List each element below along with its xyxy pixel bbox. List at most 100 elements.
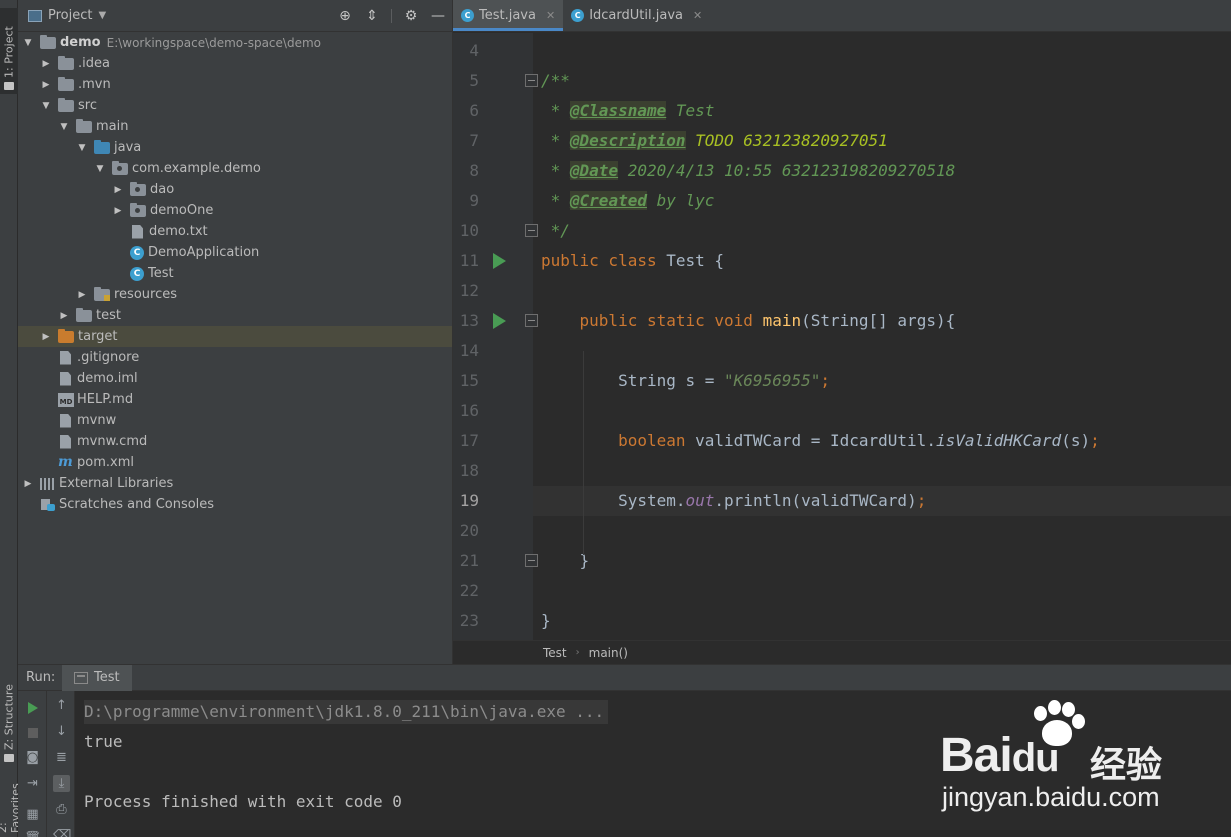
tab-test-java[interactable]: C Test.java ✕	[453, 0, 564, 31]
chevron-right-icon[interactable]: ▶	[112, 184, 124, 196]
project-view-selector[interactable]: Project	[48, 8, 92, 23]
run-gutter-icon[interactable]	[493, 253, 506, 269]
chevron-down-icon[interactable]: ▼	[22, 37, 34, 49]
resources-folder-icon	[94, 286, 110, 301]
library-icon	[40, 477, 56, 490]
tree-item[interactable]: ▶ resources	[18, 284, 452, 305]
tree-item[interactable]: ▶ target	[18, 326, 452, 347]
structure-tool-tab[interactable]: Z: Structure	[0, 676, 18, 766]
print-icon[interactable]: ⎙	[53, 801, 70, 818]
rerun-icon[interactable]	[28, 702, 38, 714]
package-icon	[130, 181, 146, 196]
code-line: * @Classname Test	[541, 101, 715, 120]
stop-icon[interactable]	[28, 728, 38, 738]
chevron-down-icon[interactable]: ▼	[76, 142, 88, 154]
delete-icon[interactable]: 🗑	[24, 830, 41, 837]
tree-item[interactable]: ▶ demoOne	[18, 200, 452, 221]
tree-item-path: E:\workingspace\demo-space\demo	[106, 35, 321, 50]
tree-item-label: dao	[150, 182, 175, 197]
collapse-all-icon[interactable]: ⇕	[364, 8, 380, 24]
package-icon	[112, 160, 128, 175]
tree-item-label: HELP.md	[77, 392, 134, 407]
editor-tab-bar: C Test.java ✕ C IdcardUtil.java ✕	[453, 0, 1231, 32]
tree-item-label: demo.txt	[149, 224, 208, 239]
tree-item[interactable]: ▼ main	[18, 116, 452, 137]
maven-icon: m	[58, 453, 73, 470]
line-number: 14	[459, 341, 479, 360]
run-gutter-icon[interactable]	[493, 313, 506, 329]
chevron-down-icon[interactable]: ▼	[94, 163, 106, 175]
tree-item[interactable]: ▶ dao	[18, 179, 452, 200]
tree-item[interactable]: ▼ com.example.demo	[18, 158, 452, 179]
line-number: 5	[469, 71, 479, 90]
favorites-tool-tab[interactable]: 2: Favorites	[0, 776, 22, 837]
tree-item[interactable]: ▶mvnw	[18, 410, 452, 431]
chevron-right-icon[interactable]: ▶	[112, 205, 124, 217]
code-line: }	[541, 551, 590, 570]
tree-item[interactable]: ▶ test	[18, 305, 452, 326]
exit-icon[interactable]: ⇥	[24, 775, 41, 792]
locate-target-icon[interactable]: ⊕	[337, 8, 353, 24]
chevron-right-icon[interactable]: ▶	[40, 79, 52, 91]
arrow-down-icon[interactable]: ↓	[53, 723, 70, 740]
run-tab-test[interactable]: Test	[62, 664, 132, 691]
chevron-right-icon[interactable]: ▶	[76, 289, 88, 301]
watermark-cn: 经验	[1090, 745, 1163, 786]
chevron-right-icon[interactable]: ▶	[40, 331, 52, 343]
chevron-right-icon[interactable]: ▶	[22, 478, 34, 490]
tree-item[interactable]: ▶demo.txt	[18, 221, 452, 242]
tree-item[interactable]: ▶mvnw.cmd	[18, 431, 452, 452]
tree-item[interactable]: ▶MDHELP.md	[18, 389, 452, 410]
tree-item[interactable]: ▼ demo E:\workingspace\demo-space\demo	[18, 32, 452, 53]
left-tool-strip: 1: Project Z: Structure 2: Favorites	[0, 0, 22, 837]
line-number: 13	[459, 311, 479, 330]
close-icon[interactable]: ✕	[546, 9, 555, 22]
hide-panel-icon[interactable]: —	[430, 8, 446, 24]
line-number: 19	[459, 491, 479, 510]
chevron-down-icon[interactable]: ▼	[98, 10, 106, 21]
chevron-right-icon[interactable]: ▶	[40, 58, 52, 70]
clear-all-icon[interactable]: ⌫	[53, 827, 71, 837]
tree-item[interactable]: ▶ .idea	[18, 53, 452, 74]
camera-icon[interactable]: ◙	[24, 749, 41, 766]
project-tool-tab[interactable]: 1: Project	[0, 8, 18, 94]
gear-icon[interactable]: ⚙	[403, 8, 419, 24]
code-area[interactable]: /** * @Classname Test * @Description TOD…	[533, 33, 1231, 640]
tree-item[interactable]: ▶.gitignore	[18, 347, 452, 368]
tab-idcardutil-java[interactable]: C IdcardUtil.java ✕	[563, 0, 710, 31]
chevron-down-icon[interactable]: ▼	[58, 121, 70, 133]
file-icon	[60, 371, 71, 386]
run-config-icon	[74, 671, 88, 684]
code-line: * @Created by lyc	[541, 191, 715, 210]
line-number: 17	[459, 431, 479, 450]
chevron-down-icon[interactable]: ▼	[40, 100, 52, 112]
source-folder-icon	[94, 139, 110, 154]
chevron-right-icon[interactable]: ▶	[58, 310, 70, 322]
tree-item[interactable]: ▶mpom.xml	[18, 452, 452, 473]
breadcrumb-class[interactable]: Test	[543, 646, 567, 660]
tree-item[interactable]: ▼ src	[18, 95, 452, 116]
indent-guide	[583, 351, 584, 555]
tree-item[interactable]: ▶CDemoApplication	[18, 242, 452, 263]
tree-item[interactable]: ▶Scratches and Consoles	[18, 494, 452, 515]
tree-item-label: Test	[148, 266, 174, 281]
tree-item[interactable]: ▶demo.iml	[18, 368, 452, 389]
tree-item[interactable]: ▼ java	[18, 137, 452, 158]
tree-item[interactable]: ▶ .mvn	[18, 74, 452, 95]
structure-tool-tab-label: Z: Structure	[2, 684, 16, 750]
tree-item[interactable]: ▶CTest	[18, 263, 452, 284]
code-line: public static void main(String[] args){	[579, 311, 956, 330]
layout-icon[interactable]: ▦	[24, 806, 41, 823]
tree-item-label: resources	[114, 287, 178, 302]
arrow-up-icon[interactable]: ↑	[53, 697, 70, 714]
tree-item-label: demo	[60, 35, 101, 50]
folder-icon	[40, 34, 56, 49]
soft-wrap-icon[interactable]: ≣	[53, 749, 70, 766]
tree-item[interactable]: ▶ External Libraries	[18, 473, 452, 494]
structure-icon	[4, 754, 14, 762]
project-panel-header: Project ▼ ⊕ ⇕ ⚙ —	[18, 0, 452, 32]
breadcrumb-method[interactable]: main()	[589, 646, 628, 660]
scroll-to-end-icon[interactable]: ⤓	[53, 775, 70, 792]
close-icon[interactable]: ✕	[693, 9, 702, 22]
